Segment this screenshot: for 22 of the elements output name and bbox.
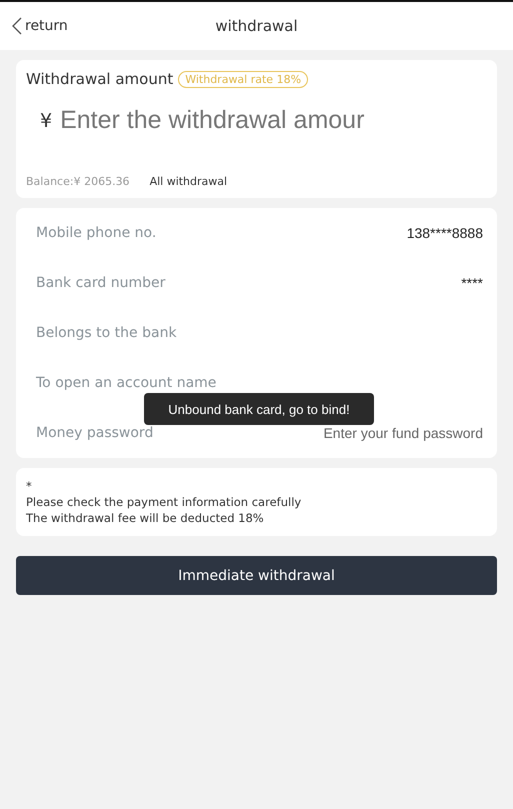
field-label: Bank card number [36, 275, 166, 291]
submit-button[interactable]: Immediate withdrawal [16, 556, 497, 595]
field-label: Money password [36, 425, 154, 441]
field-value: **** [461, 275, 483, 291]
rate-badge: Withdrawal rate 18% [178, 70, 308, 88]
back-button[interactable]: return [12, 17, 68, 35]
currency-symbol: ¥ [40, 110, 52, 132]
field-label: To open an account name [36, 375, 216, 391]
password-field[interactable]: Enter your fund password [283, 425, 483, 441]
notice-text: The withdrawal fee will be deducted 18% [26, 510, 265, 526]
amount-field[interactable]: Enter the withdrawal amour [60, 106, 480, 135]
page-title: withdrawal [215, 17, 298, 35]
amount-label: Withdrawal amount [26, 70, 174, 88]
field-label: Belongs to the bank [36, 325, 177, 341]
all-withdrawal-link[interactable]: All withdrawal [150, 175, 228, 188]
notice-mark: * [26, 478, 33, 494]
balance-text: Balance:¥ 2065.36 [26, 175, 130, 188]
back-icon [12, 17, 22, 35]
bind-toast: Unbound bank card, go to bind! [144, 393, 374, 425]
field-label: Mobile phone no. [36, 225, 156, 241]
field-value: 138****8888 [406, 225, 483, 241]
notice-text: Please check the payment information carefully [26, 494, 302, 510]
